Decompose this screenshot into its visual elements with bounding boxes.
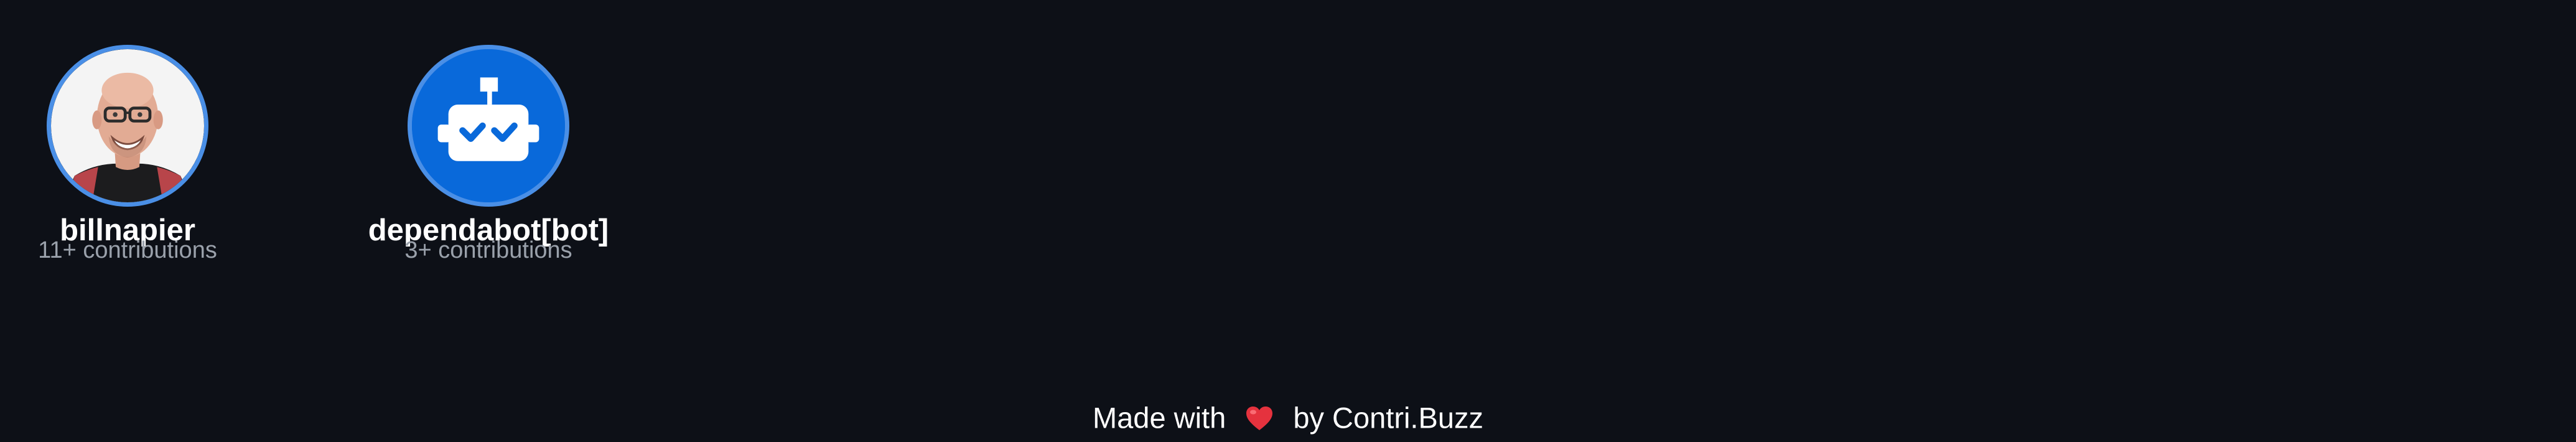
footer-suffix[interactable]: by Contri.Buzz — [1293, 402, 1483, 435]
contributors-canvas: billnapier 11+ contributions dependabot[… — [0, 0, 2576, 442]
contribution-count: 3+ contributions — [404, 237, 572, 263]
footer-credit[interactable]: Made with by Contri.Buzz — [0, 396, 2576, 436]
robot-icon — [412, 49, 565, 202]
contribution-count: 11+ contributions — [38, 237, 217, 263]
contributor-card[interactable]: dependabot[bot] 3+ contributions — [302, 45, 675, 269]
contributor-card[interactable]: billnapier 11+ contributions — [0, 45, 314, 269]
heart-icon — [1246, 406, 1273, 430]
footer-prefix: Made with — [1093, 401, 1226, 435]
person-photo-avatar — [51, 49, 204, 202]
avatar[interactable] — [47, 45, 208, 207]
avatar[interactable] — [408, 45, 569, 207]
